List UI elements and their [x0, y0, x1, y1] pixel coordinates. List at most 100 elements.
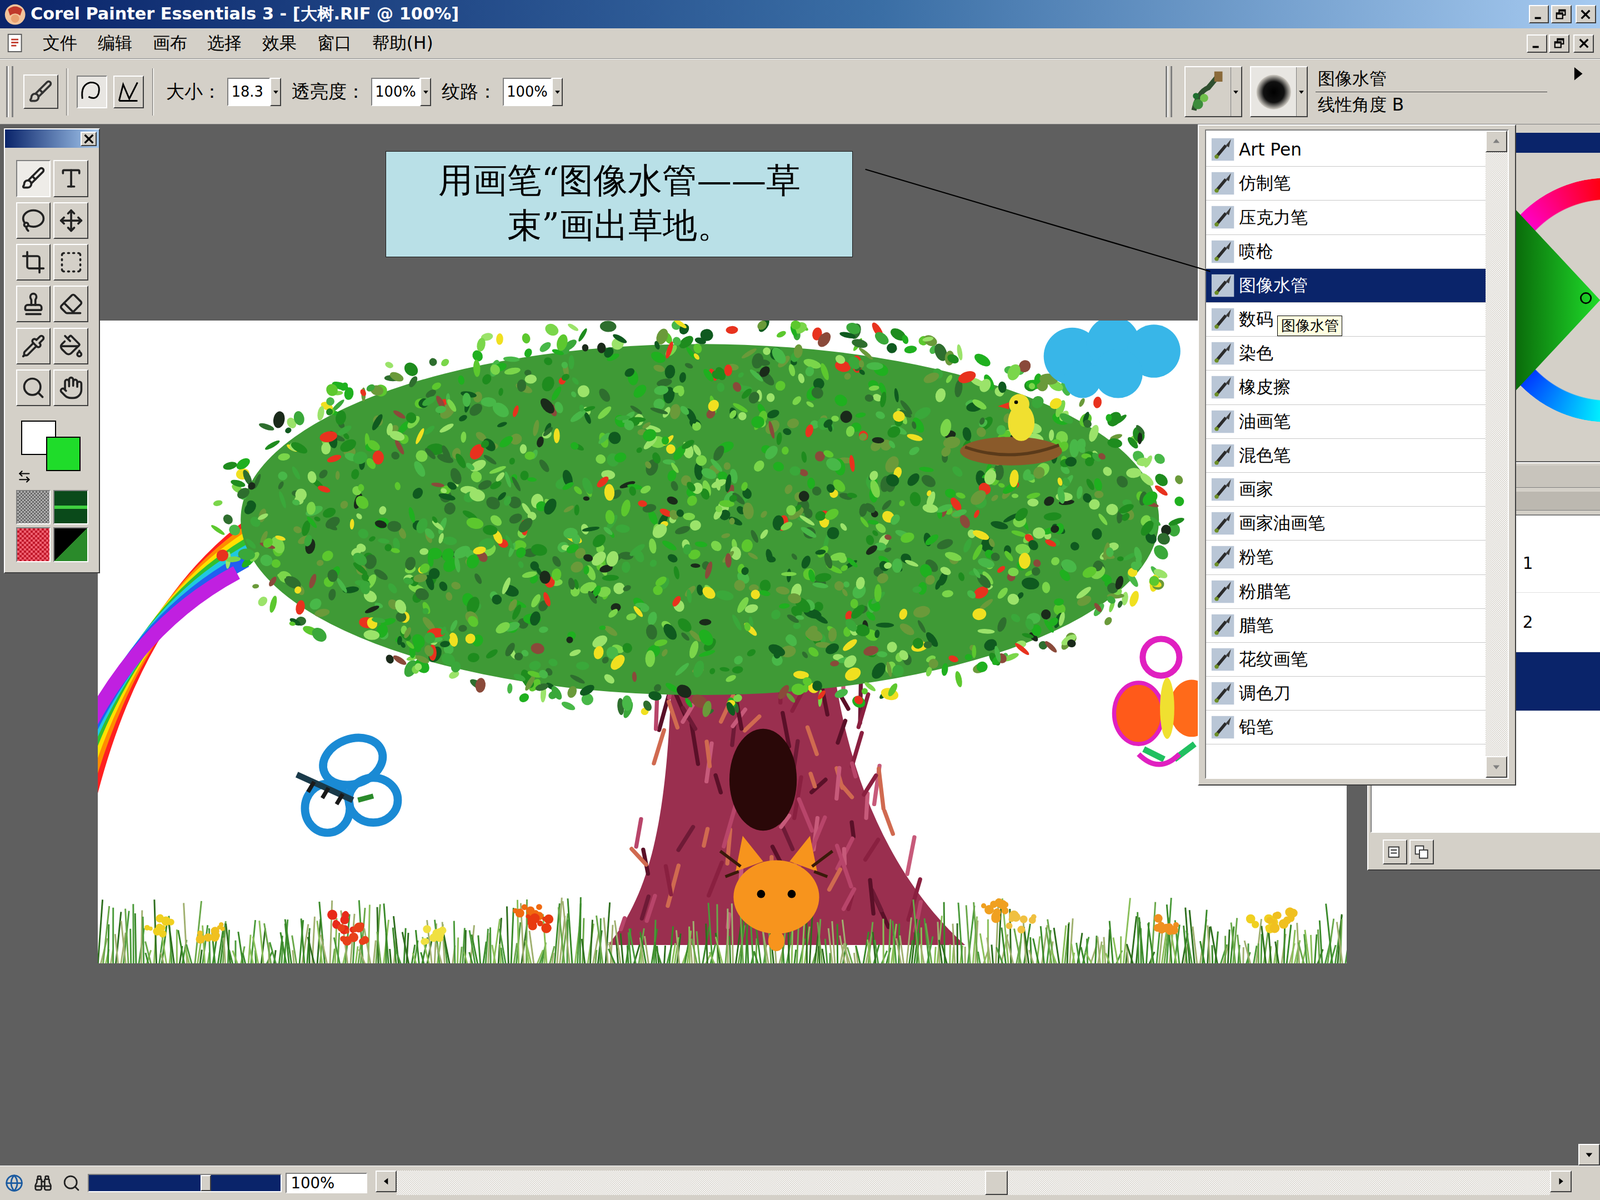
tool-button[interactable]	[53, 369, 88, 407]
tool-button[interactable]	[53, 327, 88, 365]
brush-category-item[interactable]: 腊笔	[1206, 608, 1486, 643]
menu-item[interactable]: 文件	[40, 30, 79, 58]
doc-close-button[interactable]	[1573, 34, 1594, 53]
horizontal-scrollbar[interactable]	[375, 1170, 1572, 1195]
navigator-button[interactable]	[2, 1170, 27, 1195]
tool-button[interactable]	[53, 243, 88, 281]
doc-minimize-button[interactable]	[1526, 34, 1548, 53]
brush-category-item[interactable]: 调色刀	[1206, 676, 1486, 711]
brush-category-item[interactable]: 染色	[1206, 336, 1486, 371]
tool-button[interactable]	[16, 160, 51, 197]
right-arrow-icon	[1556, 1177, 1565, 1186]
field-dropdown-button[interactable]	[420, 77, 432, 107]
more-button[interactable]	[1569, 65, 1586, 84]
brush-category-item[interactable]: 花纹画笔	[1206, 642, 1486, 677]
brush-selector: 图像水管线性角度 B	[1163, 59, 1600, 124]
gradient-swatch[interactable]	[53, 490, 88, 525]
brush-category-item[interactable]: 画家油画笔	[1206, 506, 1486, 541]
field-dropdown-button[interactable]	[551, 77, 563, 107]
brush-category-item[interactable]: 粉腊笔	[1206, 575, 1486, 609]
brush-category-picker[interactable]	[1184, 66, 1242, 118]
color-panel-header[interactable]	[1514, 132, 1600, 154]
tool-button[interactable]	[16, 327, 51, 365]
brush-category-item[interactable]: 仿制笔	[1206, 166, 1486, 201]
toolbar-grip[interactable]	[1165, 66, 1173, 118]
brush-category-item[interactable]: 油画笔	[1206, 405, 1486, 439]
menu-item[interactable]: 画布	[150, 30, 189, 58]
brush-category-label: 铅笔	[1238, 715, 1274, 739]
doc-restore-button[interactable]	[1548, 34, 1570, 53]
find-button[interactable]	[30, 1170, 55, 1195]
window-controls	[1528, 5, 1597, 24]
close-icon	[1579, 8, 1592, 20]
new-layer-button[interactable]	[1382, 839, 1408, 864]
document-icon[interactable]	[6, 33, 25, 54]
field-dropdown-button[interactable]	[270, 77, 282, 107]
scroll-left-button[interactable]	[375, 1170, 398, 1193]
brush-category-item[interactable]: 画家	[1206, 472, 1486, 507]
tool-button[interactable]	[53, 202, 88, 239]
brush-category-item[interactable]: 混色笔	[1206, 438, 1486, 473]
zoom-slider-thumb[interactable]	[200, 1175, 211, 1192]
field-input[interactable]: 100%	[371, 77, 420, 107]
title-bar: Corel Painter Essentials 3 - [大树.RIF @ 1…	[0, 0, 1600, 29]
brush-category-label: Art Pen	[1238, 139, 1302, 160]
brush-variant-picker[interactable]	[1250, 66, 1308, 118]
minimize-button[interactable]	[1528, 5, 1550, 24]
canvas[interactable]	[97, 320, 1347, 964]
scroll-right-button[interactable]	[1550, 1170, 1572, 1193]
swap-colors-button[interactable]	[17, 469, 32, 484]
tool-button[interactable]	[16, 285, 51, 323]
close-button[interactable]	[1575, 5, 1597, 24]
look-swatch[interactable]	[53, 527, 88, 562]
menu-item[interactable]: 帮助(H)	[370, 30, 435, 58]
brush-category-item[interactable]: 压克力笔	[1206, 200, 1486, 235]
layer-options-button[interactable]	[1409, 839, 1434, 864]
move-icon	[58, 208, 84, 233]
pattern-swatch[interactable]	[16, 527, 51, 562]
brush-category-item[interactable]: 铅笔	[1206, 710, 1486, 745]
scroll-track[interactable]	[396, 1170, 1550, 1195]
brush-category-label: 数码	[1238, 307, 1274, 332]
zoom-button[interactable]	[58, 1170, 84, 1195]
menu-item[interactable]: 编辑	[95, 30, 134, 58]
brush-category-item[interactable]: 粉笔	[1206, 540, 1486, 575]
stroke-mode-button[interactable]	[76, 75, 108, 109]
paper-swatch[interactable]	[16, 490, 51, 525]
toolbox-close-button[interactable]	[80, 131, 97, 147]
toolbar-grip[interactable]	[6, 66, 14, 118]
scroll-track[interactable]	[1485, 152, 1508, 757]
tool-button[interactable]	[16, 243, 51, 281]
brush-category-item[interactable]: 喷枪	[1206, 235, 1486, 269]
brush-tool-button[interactable]	[23, 74, 58, 109]
tool-button[interactable]	[16, 202, 51, 239]
stroke-mode-button[interactable]	[113, 75, 144, 109]
list-scrollbar[interactable]	[1485, 130, 1508, 778]
menu-item[interactable]: 窗口	[315, 30, 354, 58]
tool-button[interactable]	[16, 369, 51, 407]
toolbox-header[interactable]	[5, 129, 99, 148]
menu-item[interactable]: 效果	[260, 30, 299, 58]
zoom-slider[interactable]	[87, 1173, 282, 1193]
brush-category-item[interactable]: 数码图像水管	[1206, 302, 1486, 337]
main-color-swatch[interactable]	[46, 436, 81, 472]
brush-category-item[interactable]: 橡皮擦	[1206, 370, 1486, 405]
restore-button[interactable]	[1551, 5, 1572, 24]
brush-category-item[interactable]: 图像水管	[1206, 268, 1486, 303]
tool-button[interactable]	[53, 160, 88, 197]
scroll-down-button[interactable]	[1485, 756, 1508, 778]
saturation-triangle[interactable]	[1514, 208, 1600, 393]
menu-item[interactable]: 选择	[205, 30, 244, 58]
field-group: 100%	[371, 77, 432, 107]
field-input[interactable]: 100%	[502, 77, 552, 107]
scroll-up-button[interactable]	[1485, 130, 1508, 153]
scroll-thumb[interactable]	[985, 1170, 1008, 1195]
rainbow	[97, 498, 292, 925]
vertical-scroll-down-button[interactable]	[1578, 1143, 1600, 1166]
tool-button[interactable]	[53, 285, 88, 323]
brush-category-name: 图像水管	[1315, 67, 1547, 93]
zoom-level[interactable]: 100%	[285, 1172, 368, 1194]
tree-painting[interactable]	[97, 320, 1347, 964]
brush-category-item[interactable]: Art Pen	[1206, 132, 1486, 167]
field-input[interactable]: 18.3	[227, 77, 270, 107]
